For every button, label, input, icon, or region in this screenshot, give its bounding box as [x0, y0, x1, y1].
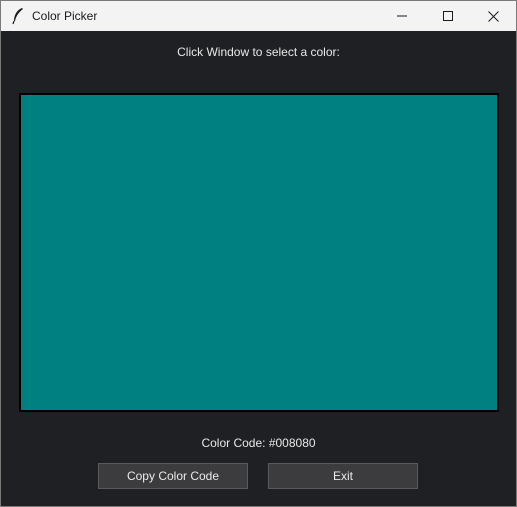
close-icon — [487, 10, 499, 22]
maximize-icon — [443, 11, 453, 21]
minimize-icon — [397, 15, 407, 17]
close-button[interactable] — [470, 1, 516, 31]
color-picker-window: Color Picker Click Window to select a co… — [0, 0, 517, 507]
copy-color-code-button[interactable]: Copy Color Code — [98, 463, 248, 489]
instruction-label: Click Window to select a color: — [177, 45, 340, 59]
window-title: Color Picker — [32, 9, 98, 23]
main-content[interactable]: Click Window to select a color: Color Co… — [1, 31, 516, 506]
maximize-button[interactable] — [425, 1, 471, 31]
color-code-label: Color Code: #008080 — [201, 436, 316, 450]
title-bar[interactable]: Color Picker — [1, 1, 516, 31]
color-swatch[interactable] — [19, 93, 499, 412]
exit-button[interactable]: Exit — [268, 463, 418, 489]
feather-icon — [11, 7, 25, 25]
minimize-button[interactable] — [379, 1, 425, 31]
